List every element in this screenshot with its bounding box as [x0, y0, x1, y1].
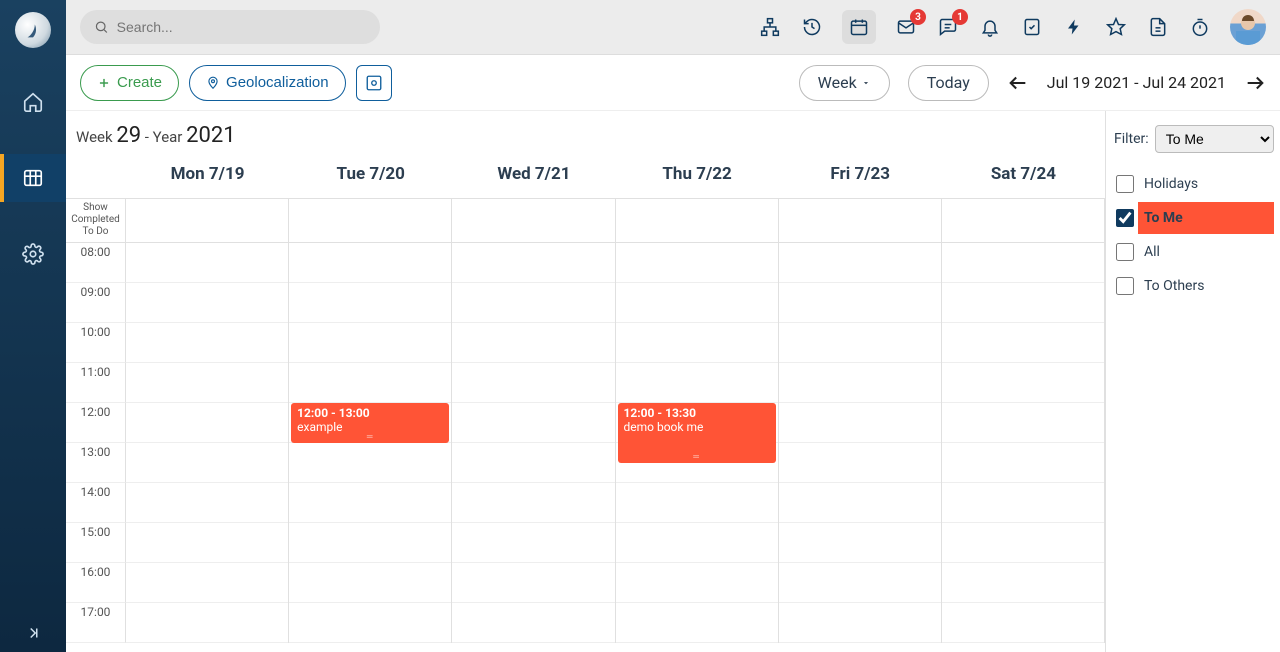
hour-label: 11:00: [66, 363, 126, 403]
week-label: Week: [76, 128, 113, 146]
nav-settings[interactable]: [0, 230, 66, 278]
week-number: 29: [116, 123, 141, 148]
year-label: - Year: [145, 128, 183, 146]
filter-checkbox[interactable]: [1116, 175, 1134, 193]
search-box[interactable]: [80, 10, 380, 44]
day-header: Wed 7/21: [452, 154, 615, 198]
day-column[interactable]: 12:00 - 13:00example ═: [289, 243, 452, 643]
allday-cell[interactable]: [452, 199, 615, 242]
hour-label: 15:00: [66, 523, 126, 563]
pin-icon: [206, 75, 220, 91]
plus-icon: [97, 76, 111, 90]
year-number: 2021: [186, 123, 235, 148]
top-actions: 3 1: [758, 9, 1266, 45]
event-title: demo book me: [624, 420, 704, 434]
calendar-event[interactable]: 12:00 - 13:00example ═: [291, 403, 449, 443]
caret-down-icon: [861, 78, 871, 88]
layout-button[interactable]: [356, 65, 392, 101]
date-range: Jul 19 2021 - Jul 24 2021: [1047, 73, 1226, 92]
day-header: Thu 7/22: [616, 154, 779, 198]
calendar-header: Mon 7/19 Tue 7/20 Wed 7/21 Thu 7/22 Fri …: [66, 154, 1105, 199]
allday-label[interactable]: Show Completed To Do: [66, 199, 126, 242]
hour-label: 09:00: [66, 283, 126, 323]
hour-label: 13:00: [66, 443, 126, 483]
day-header: Fri 7/23: [779, 154, 942, 198]
task-icon[interactable]: [1020, 15, 1044, 39]
history-icon[interactable]: [800, 15, 824, 39]
event-title: example: [297, 420, 342, 434]
geo-label: Geolocalization: [226, 74, 329, 91]
bolt-icon[interactable]: [1062, 15, 1086, 39]
doc-icon[interactable]: [1146, 15, 1170, 39]
day-column[interactable]: [779, 243, 942, 643]
user-avatar[interactable]: [1230, 9, 1266, 45]
hour-label: 12:00: [66, 403, 126, 443]
view-label: Week: [818, 73, 857, 92]
day-header: Mon 7/19: [126, 154, 289, 198]
toolbar: Create Geolocalization Week Today: [66, 55, 1280, 111]
filter-checkbox[interactable]: [1116, 209, 1134, 227]
filter-select[interactable]: To Me: [1155, 125, 1274, 153]
hour-label: 16:00: [66, 563, 126, 603]
sidebar-expand[interactable]: [24, 624, 42, 642]
chat-icon[interactable]: 1: [936, 15, 960, 39]
hour-label: 10:00: [66, 323, 126, 363]
allday-cell[interactable]: [942, 199, 1105, 242]
filter-row-label[interactable]: Holidays: [1138, 168, 1274, 200]
orgchart-icon[interactable]: [758, 15, 782, 39]
calendar: Week 29 - Year 2021 Mon 7/19 Tue 7/20 We…: [66, 111, 1106, 652]
today-label: Today: [927, 73, 970, 92]
star-icon[interactable]: [1104, 15, 1128, 39]
geolocalization-button[interactable]: Geolocalization: [189, 65, 346, 101]
day-header: Tue 7/20: [289, 154, 452, 198]
filter-checkbox[interactable]: [1116, 243, 1134, 261]
allday-row: Show Completed To Do: [66, 199, 1105, 243]
day-column[interactable]: [126, 243, 289, 643]
calendar-event[interactable]: 12:00 - 13:30demo book me ═: [618, 403, 776, 463]
resize-handle[interactable]: ═: [693, 452, 700, 461]
bell-icon[interactable]: [978, 15, 1002, 39]
hour-label: 14:00: [66, 483, 126, 523]
resize-handle[interactable]: ═: [367, 432, 374, 441]
filter-row-label[interactable]: To Me: [1138, 202, 1274, 234]
search-icon: [94, 19, 109, 35]
filter-row-label[interactable]: To Others: [1138, 270, 1274, 302]
allday-cell[interactable]: [289, 199, 452, 242]
search-input[interactable]: [117, 19, 366, 35]
filter-panel: Filter: To Me HolidaysTo MeAllTo Others: [1106, 111, 1280, 652]
nav-calendar[interactable]: [0, 154, 66, 202]
timer-icon[interactable]: [1188, 15, 1212, 39]
filter-checkbox[interactable]: [1116, 277, 1134, 295]
nav-home[interactable]: [0, 78, 66, 126]
next-arrow[interactable]: [1244, 72, 1266, 94]
left-sidebar: [0, 0, 66, 652]
layout-icon: [365, 74, 383, 92]
create-label: Create: [117, 74, 162, 91]
hour-label: 17:00: [66, 603, 126, 643]
mail-icon[interactable]: 3: [894, 15, 918, 39]
view-select[interactable]: Week: [799, 65, 890, 101]
calendar-icon[interactable]: [842, 10, 876, 44]
day-header: Sat 7/24: [942, 154, 1105, 198]
allday-cell[interactable]: [616, 199, 779, 242]
allday-cell[interactable]: [779, 199, 942, 242]
event-time: 12:00 - 13:30: [624, 406, 770, 420]
topbar: 3 1: [66, 0, 1280, 55]
day-column[interactable]: 12:00 - 13:30demo book me ═: [616, 243, 779, 643]
allday-cell[interactable]: [126, 199, 289, 242]
today-button[interactable]: Today: [908, 65, 989, 101]
hour-label: 08:00: [66, 243, 126, 283]
calendar-title: Week 29 - Year 2021: [66, 111, 1105, 154]
create-button[interactable]: Create: [80, 65, 179, 101]
event-time: 12:00 - 13:00: [297, 406, 443, 420]
day-column[interactable]: [942, 243, 1105, 643]
prev-arrow[interactable]: [1007, 72, 1029, 94]
day-column[interactable]: [452, 243, 615, 643]
filter-row-label[interactable]: All: [1138, 236, 1274, 268]
mail-badge: 3: [910, 9, 926, 25]
app-logo[interactable]: [15, 12, 51, 48]
time-grid: 08:0009:0010:0011:0012:0013:0014:0015:00…: [66, 243, 1105, 652]
chat-badge: 1: [952, 9, 968, 25]
filter-label: Filter:: [1114, 131, 1149, 147]
